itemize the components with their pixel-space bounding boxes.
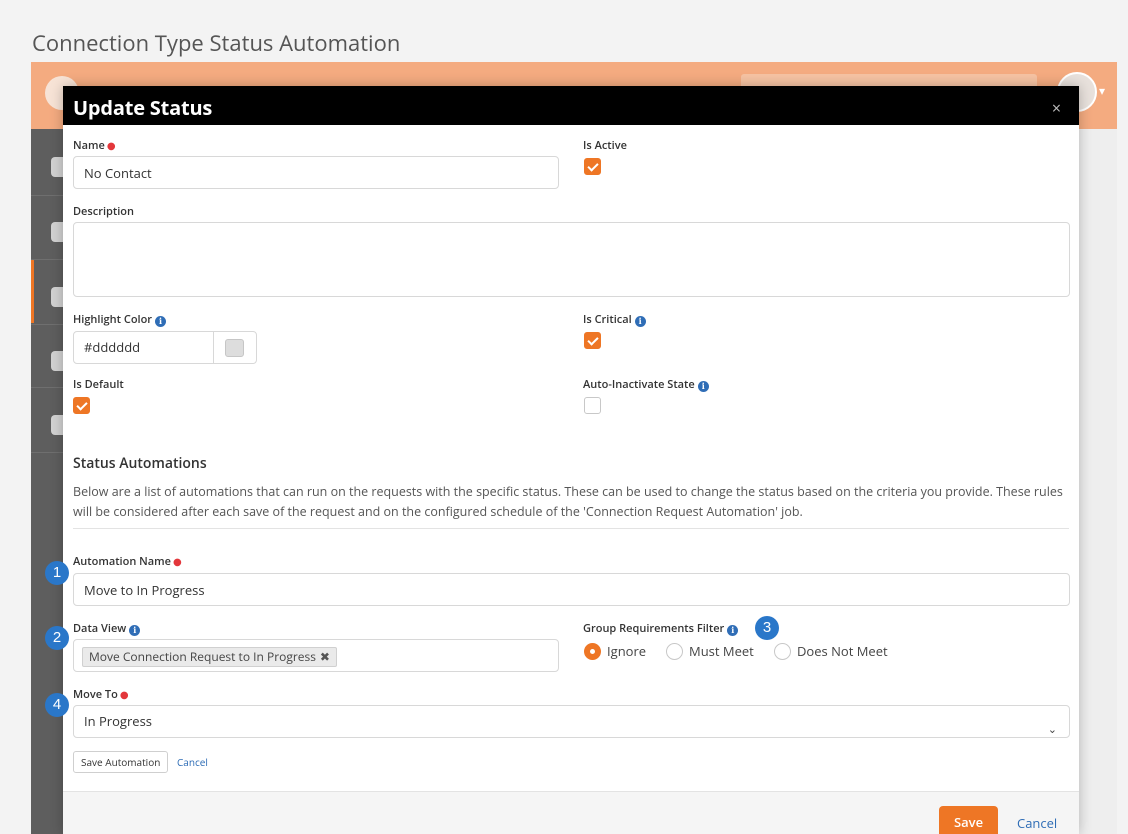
cancel-automation-link[interactable]: Cancel [177,755,208,769]
callout-4: 4 [45,693,69,717]
radio-ignore-label[interactable]: Ignore [607,643,646,660]
radio-must-meet-label[interactable]: Must Meet [689,643,754,660]
chevron-down-icon[interactable]: ▾ [1099,82,1105,99]
is-default-checkbox[interactable] [73,397,90,414]
color-picker-button[interactable] [213,331,257,364]
automation-name-input[interactable] [73,573,1070,606]
callout-3: 3 [755,616,779,640]
modal-title: Update Status [73,94,213,121]
move-to-value: In Progress [84,712,152,730]
auto-inactivate-checkbox[interactable] [584,397,601,414]
save-automation-button[interactable]: Save Automation [73,751,169,773]
chevron-down-icon: ⌄ [1047,722,1057,737]
description-textarea[interactable] [73,222,1070,297]
move-to-label: Move To ● [73,687,129,702]
required-icon: ● [173,554,182,568]
save-button[interactable]: Save [939,806,998,834]
cancel-button[interactable]: Cancel [1017,814,1057,832]
page-caption: Connection Type Status Automation [32,28,401,58]
callout-2: 2 [45,626,69,650]
required-icon: ● [119,687,129,701]
remove-tag-icon[interactable]: ✖ [320,648,330,665]
color-swatch [225,339,244,357]
data-view-tag: Move Connection Request to In Progress ✖ [82,647,337,667]
callout-1: 1 [45,561,69,585]
radio-ignore[interactable] [584,643,601,660]
radio-does-not-meet-label[interactable]: Does Not Meet [797,643,888,660]
description-label: Description [73,204,134,219]
name-label: Name ● [73,138,116,153]
info-icon[interactable]: i [155,316,167,327]
highlight-color-input[interactable]: #dddddd [73,331,214,364]
data-view-picker[interactable]: Move Connection Request to In Progress ✖ [73,639,559,672]
is-active-checkbox[interactable] [584,158,601,175]
automation-name-label: Automation Name ● [73,554,182,569]
info-icon[interactable]: i [727,625,739,636]
move-to-select[interactable]: In Progress ⌄ [73,705,1070,738]
is-critical-checkbox[interactable] [584,332,601,349]
is-default-label: Is Default [73,377,124,392]
info-icon[interactable]: i [697,381,709,392]
info-icon[interactable]: i [129,625,141,636]
group-requirements-label: Group Requirements Filter i [583,621,739,636]
section-description: Below are a list of automations that can… [73,483,1063,520]
close-icon[interactable]: × [1052,97,1061,119]
divider [73,528,1069,529]
modal-footer: Save Cancel [63,791,1079,834]
is-critical-label: Is Critical i [583,312,646,327]
name-input[interactable] [73,156,559,189]
highlight-color-label: Highlight Color i [73,312,167,327]
sidebar-active-indicator [31,259,34,323]
info-icon[interactable]: i [634,316,646,327]
radio-does-not-meet[interactable] [774,643,791,660]
modal-header: Update Status × [63,86,1079,125]
data-view-label: Data View i [73,621,141,636]
is-active-label: Is Active [583,138,627,153]
radio-must-meet[interactable] [666,643,683,660]
update-status-modal: Update Status × Name● Is Active Descript… [63,86,1079,834]
required-icon: ● [106,138,116,152]
auto-inactivate-label: Auto-Inactivate State i [583,377,709,392]
section-title: Status Automations [73,454,207,473]
